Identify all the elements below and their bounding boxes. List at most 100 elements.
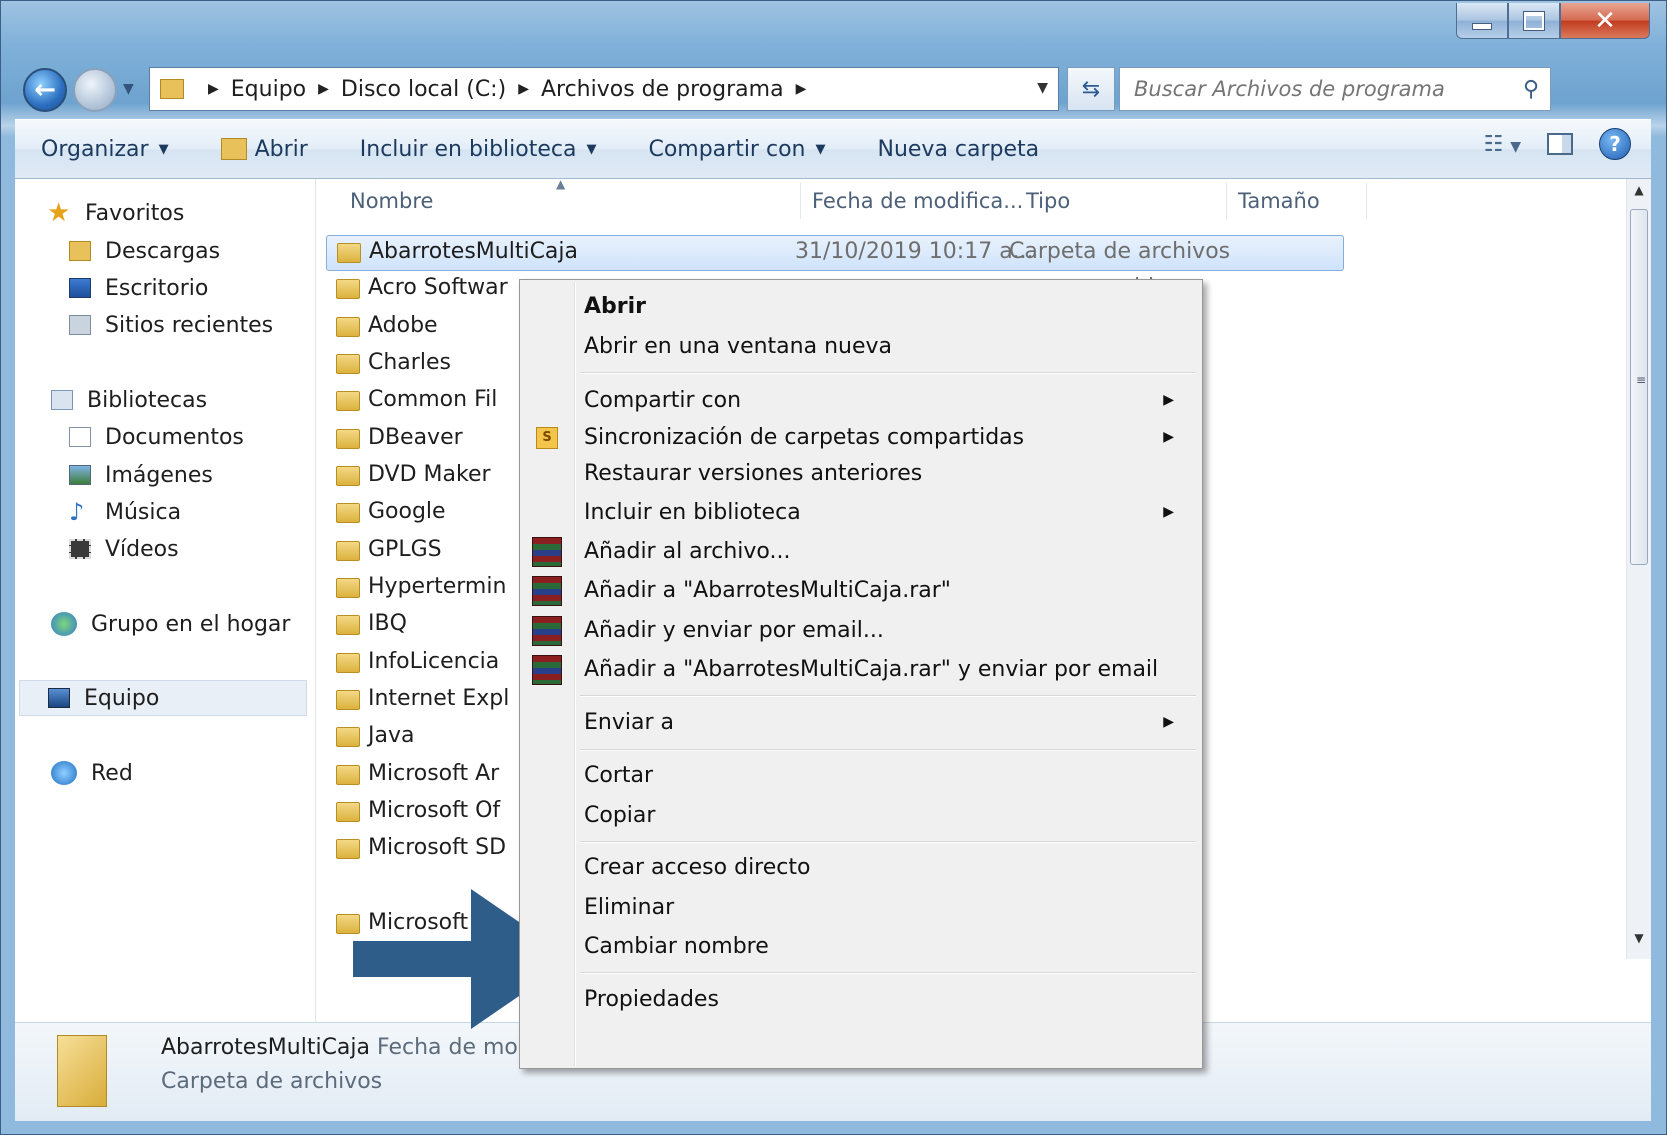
submenu-arrow-icon: ▶ [1163, 504, 1174, 520]
menu-item-send-to[interactable]: Enviar a ▶ [522, 704, 1200, 742]
help-icon[interactable]: ? [1599, 128, 1631, 160]
nav-label: Descargas [105, 238, 221, 264]
file-name: Microsoft SD [368, 835, 507, 860]
menu-item-restore[interactable]: Restaurar versiones anteriores [522, 455, 1200, 493]
column-type[interactable]: Tipo [1026, 189, 1070, 213]
close-button[interactable]: ✕ [1560, 3, 1650, 39]
file-row[interactable]: AbarrotesMultiCaja 31/10/2019 10:17 a... C… [326, 235, 1344, 271]
search-input[interactable] [1120, 69, 1512, 109]
menu-item-rename[interactable]: Cambiar nombre [522, 928, 1200, 966]
nav-music[interactable]: ♪ Música [69, 494, 181, 530]
back-button[interactable]: ← [23, 68, 67, 112]
chevron-right-icon[interactable]: ▶ [318, 81, 329, 97]
video-film-icon [69, 539, 91, 559]
preview-pane-icon[interactable] [1547, 133, 1573, 155]
address-bar[interactable]: ▶ Equipo ▶ Disco local (C:) ▶ Archivos d… [149, 67, 1059, 111]
chevron-right-icon[interactable]: ▶ [208, 81, 219, 97]
nav-homegroup[interactable]: Grupo en el hogar [51, 606, 290, 642]
menu-item-add-email[interactable]: Añadir y enviar por email... [522, 612, 1200, 650]
nav-label: Imágenes [105, 462, 213, 488]
share-with-button[interactable]: Compartir con ▼ [622, 137, 851, 162]
chevron-right-icon[interactable]: ▶ [796, 81, 807, 97]
menu-item-add-archive[interactable]: Añadir al archivo... [522, 533, 1200, 571]
menu-item-cut[interactable]: Cortar [522, 757, 1200, 795]
scroll-up-icon[interactable]: ▲ [1627, 183, 1651, 207]
address-dropdown-icon[interactable]: ▼ [1037, 80, 1048, 96]
menu-item-add-rar[interactable]: Añadir a "AbarrotesMultiCaja.rar" [522, 572, 1200, 610]
column-name[interactable]: Nombre [350, 189, 433, 213]
nav-images[interactable]: Imágenes [69, 457, 213, 493]
nav-libraries[interactable]: Bibliotecas [51, 382, 207, 418]
maximize-icon [1523, 10, 1545, 31]
breadcrumb-equipo[interactable]: Equipo [231, 77, 306, 102]
recent-pages-dropdown[interactable]: ▼ [123, 81, 134, 97]
nav-computer[interactable]: Equipo [19, 680, 307, 716]
search-icon[interactable]: ⚲ [1512, 77, 1550, 102]
menu-item-copy[interactable]: Copiar [522, 797, 1200, 835]
column-divider[interactable] [1226, 183, 1227, 219]
nav-favorites[interactable]: ★ Favoritos [47, 195, 184, 231]
back-arrow-icon: ← [34, 75, 56, 105]
file-name: Microsoft Ar [368, 761, 500, 786]
nav-label: Grupo en el hogar [91, 611, 291, 637]
menu-item-create-shortcut[interactable]: Crear acceso directo [522, 849, 1200, 887]
chevron-down-icon: ▼ [586, 141, 597, 157]
menu-item-sync[interactable]: S Sincronización de carpetas compartidas ▶ [522, 419, 1200, 457]
folder-icon [336, 466, 360, 486]
vertical-scrollbar[interactable]: ▲ ≡ ▼ [1626, 179, 1651, 959]
nav-desktop[interactable]: Escritorio [69, 270, 208, 306]
explorer-window: ✕ ← ▼ ▶ Equipo ▶ Disco local (C:) ▶ Arch… [0, 0, 1667, 1135]
column-size[interactable]: Tamaño [1238, 189, 1320, 213]
menu-item-properties[interactable]: Propiedades [522, 981, 1200, 1019]
folder-icon [336, 802, 360, 822]
view-options-icon[interactable]: ☷ ▼ [1484, 132, 1522, 157]
folder-icon [336, 839, 360, 859]
menu-label: Cortar [584, 763, 654, 788]
nav-label: Música [105, 499, 182, 525]
scroll-thumb[interactable]: ≡ [1630, 209, 1648, 565]
nav-documents[interactable]: Documentos [69, 419, 244, 455]
menu-label: Crear acceso directo [584, 855, 811, 880]
folder-icon [336, 578, 360, 598]
include-library-button[interactable]: Incluir en biblioteca ▼ [334, 137, 623, 162]
file-name: DBeaver [368, 425, 463, 450]
scroll-down-icon[interactable]: ▼ [1627, 931, 1651, 955]
menu-label: Restaurar versiones anteriores [584, 461, 923, 486]
column-headers: ▲ Nombre Fecha de modifica... Tipo Tamañ… [316, 179, 1626, 225]
breadcrumb-archivos-de-programa[interactable]: Archivos de programa [541, 77, 784, 102]
column-date[interactable]: Fecha de modifica... [812, 189, 1023, 213]
toolbar-right: ☷ ▼ ? [1484, 128, 1631, 160]
menu-label: Cambiar nombre [584, 934, 769, 959]
menu-item-open-new-window[interactable]: Abrir en una ventana nueva [522, 328, 1200, 366]
refresh-button[interactable]: ⇆ [1067, 67, 1115, 111]
open-button[interactable]: Abrir [195, 137, 334, 162]
minimize-button[interactable] [1456, 3, 1508, 39]
file-name: Acro Softwar [368, 275, 508, 300]
organize-button[interactable]: Organizar ▼ [15, 137, 195, 162]
menu-separator [580, 841, 1196, 843]
menu-label: Añadir y enviar por email... [584, 618, 884, 643]
nav-downloads[interactable]: Descargas [69, 233, 220, 269]
nav-recent[interactable]: Sitios recientes [69, 307, 273, 343]
winrar-icon [532, 576, 562, 606]
breadcrumb-disco-local[interactable]: Disco local (C:) [341, 77, 506, 102]
menu-item-add-rar-email[interactable]: Añadir a "AbarrotesMultiCaja.rar" y envi… [522, 651, 1200, 689]
column-divider[interactable] [800, 183, 801, 219]
nav-label: Escritorio [105, 275, 209, 301]
menu-item-include-library[interactable]: Incluir en biblioteca ▶ [522, 494, 1200, 532]
maximize-button[interactable] [1508, 3, 1560, 39]
menu-item-open[interactable]: Abrir [522, 288, 1200, 326]
chevron-right-icon[interactable]: ▶ [518, 81, 529, 97]
nav-network[interactable]: Red [51, 755, 133, 791]
nav-label: Favoritos [85, 200, 185, 226]
new-folder-button[interactable]: Nueva carpeta [851, 137, 1065, 162]
menu-item-share-with[interactable]: Compartir con ▶ [522, 382, 1200, 420]
nav-videos[interactable]: Vídeos [69, 531, 179, 567]
menu-item-delete[interactable]: Eliminar [522, 889, 1200, 927]
network-icon [51, 761, 77, 785]
file-name: Microsoft Of [368, 798, 501, 823]
open-label: Abrir [254, 136, 308, 162]
column-divider[interactable] [1366, 183, 1367, 219]
computer-icon [48, 688, 70, 708]
forward-button[interactable] [73, 68, 117, 112]
